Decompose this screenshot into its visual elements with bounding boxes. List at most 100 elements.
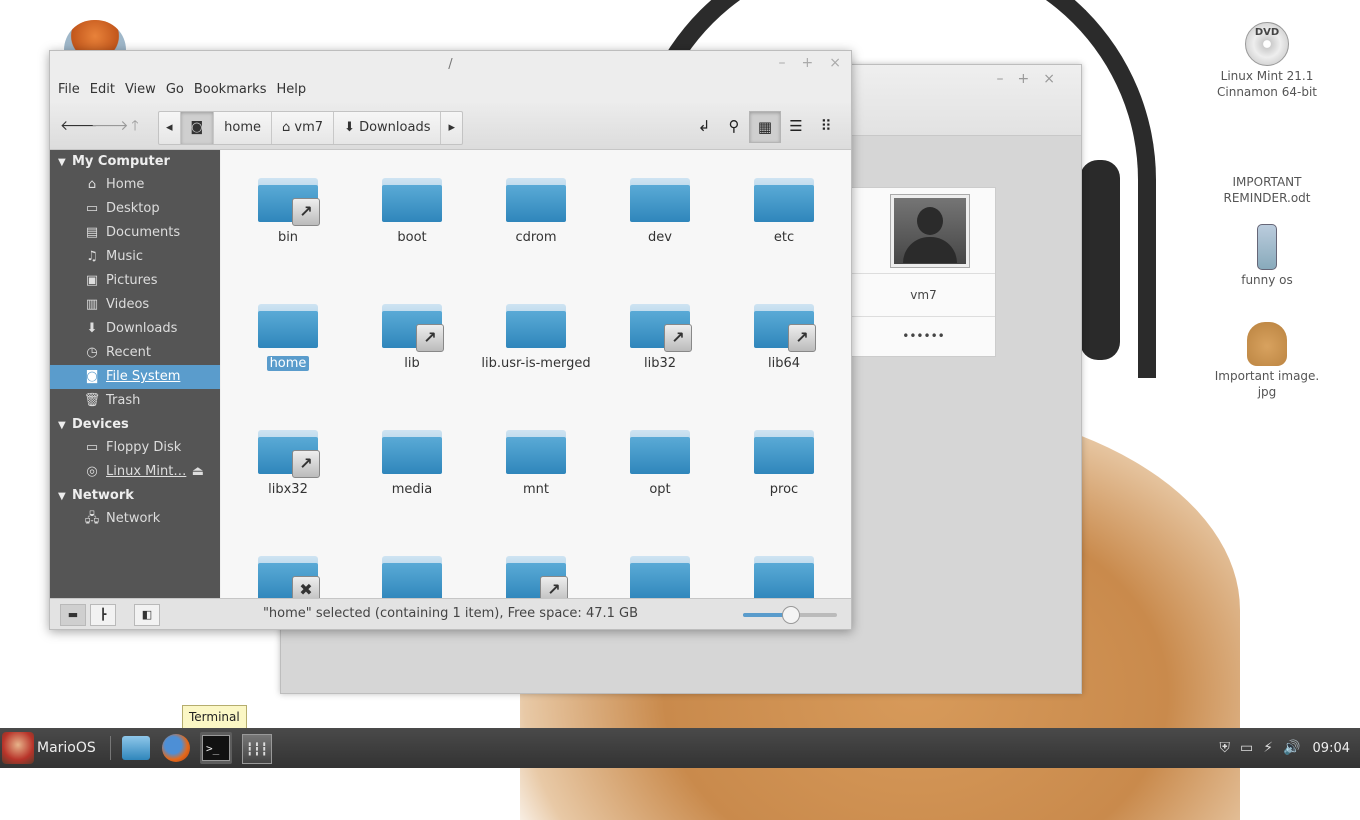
sidebar-item-music[interactable]: ♫ Music	[50, 245, 220, 269]
file-item[interactable]	[724, 556, 844, 598]
sidebar-item-linux-mint[interactable]: ◎ Linux Mint… ⏏	[50, 460, 220, 484]
desktop-icon-label: IMPORTANT	[1232, 175, 1302, 189]
icon-view-icon[interactable]: ▦	[749, 111, 781, 143]
menu-bookmarks[interactable]: Bookmarks	[194, 79, 275, 103]
file-item[interactable]: proc	[724, 430, 844, 497]
breadcrumb-vm7[interactable]: ⌂ vm7	[272, 112, 335, 144]
network-wired-icon[interactable]: ⚡	[1263, 740, 1273, 756]
close-icon[interactable]: ×	[1043, 71, 1069, 87]
clock[interactable]: 09:04	[1313, 741, 1350, 756]
launcher-mixer[interactable]: ┇┇┇	[240, 732, 272, 764]
collapse-triangle-icon[interactable]: ▼	[58, 485, 72, 508]
user-name[interactable]: vm7	[852, 288, 995, 302]
shield-icon[interactable]: ⛨	[1220, 740, 1231, 756]
list-view-icon[interactable]: ☰	[781, 111, 811, 141]
location-toggle-icon[interactable]: ↲	[689, 111, 719, 141]
desktop-icon-funny-os[interactable]: funny os	[1207, 224, 1327, 288]
zoom-slider-handle[interactable]	[782, 606, 800, 624]
menu-edit[interactable]: Edit	[90, 79, 123, 103]
minimize-icon[interactable]: –	[997, 71, 1018, 87]
sidebar-item-file-system[interactable]: ◙ File System	[50, 365, 220, 389]
collapse-triangle-icon[interactable]: ▼	[58, 414, 72, 437]
menu-file[interactable]: File	[58, 79, 88, 103]
file-item[interactable]: boot	[352, 178, 472, 245]
maximize-icon[interactable]: +	[802, 55, 814, 71]
minimize-icon[interactable]: –	[779, 55, 786, 71]
file-item[interactable]: ↗ lib32	[600, 304, 720, 371]
back-arrow-icon[interactable]: 🡐	[60, 115, 98, 137]
sidebar-section-devices[interactable]: ▼ Devices	[50, 413, 220, 436]
forward-arrow-icon[interactable]: 🡒	[91, 115, 129, 137]
sidebar-section-my-computer[interactable]: ▼ My Computer	[50, 150, 220, 173]
sidebar-section-title: My Computer	[72, 154, 170, 169]
volume-icon[interactable]: 🔊	[1283, 740, 1300, 756]
file-item[interactable]: ↗	[476, 556, 596, 598]
desktop-icon-important-reminder[interactable]: IMPORTANT REMINDER.odt	[1207, 174, 1327, 206]
start-menu-button[interactable]: MarioOS	[2, 732, 96, 764]
sidebar-item-documents[interactable]: ▤ Documents	[50, 221, 220, 245]
sidebar-item-floppy-disk[interactable]: ▭ Floppy Disk	[50, 436, 220, 460]
sidebar-item-trash[interactable]: 🗑 Trash	[50, 389, 220, 413]
search-icon[interactable]: ⚲	[719, 111, 749, 141]
window-titlebar[interactable]: / – + ×	[50, 51, 851, 79]
file-item[interactable]	[600, 556, 720, 598]
sidebar-item-network[interactable]: 🖧 Network	[50, 507, 220, 531]
file-item[interactable]: media	[352, 430, 472, 497]
sidebar-item-downloads[interactable]: ⬇ Downloads	[50, 317, 220, 341]
file-item[interactable]: etc	[724, 178, 844, 245]
breadcrumb: ◂ ◙ home ⌂ vm7 ⬇ Downloads ▸	[158, 111, 464, 145]
menu-help[interactable]: Help	[276, 79, 314, 103]
breadcrumb-root[interactable]: ◙	[180, 112, 215, 144]
sidebar-item-recent[interactable]: ◷ Recent	[50, 341, 220, 365]
disc-icon: ◎	[86, 464, 98, 479]
menu-go[interactable]: Go	[166, 79, 192, 103]
file-name: opt	[649, 482, 671, 497]
symlink-arrow-icon: ↗	[664, 324, 692, 352]
user-avatar[interactable]	[890, 194, 970, 268]
file-grid[interactable]: ↗ bin boot cdrom dev etc home ↗ lib lib.usr-is-me…	[221, 150, 851, 598]
sidebar-item-home[interactable]: ⌂ Home	[50, 173, 220, 197]
file-item[interactable]: lib.usr-is-merged	[476, 304, 596, 371]
breadcrumb-left-arrow[interactable]: ◂	[159, 112, 181, 144]
breadcrumb-home[interactable]: home	[214, 112, 273, 144]
close-icon[interactable]: ×	[829, 55, 841, 71]
download-icon: ⬇	[344, 120, 360, 135]
file-item[interactable]: ↗ lib	[352, 304, 472, 371]
download-icon: ⬇	[86, 321, 98, 336]
eject-icon[interactable]: ⏏	[192, 460, 204, 484]
file-item[interactable]: home	[228, 304, 348, 371]
sidebar-section-network[interactable]: ▼ Network	[50, 484, 220, 507]
up-arrow-icon[interactable]: 🡑	[124, 115, 146, 137]
launcher-firefox[interactable]	[160, 732, 192, 764]
file-item[interactable]: ↗ lib64	[724, 304, 844, 371]
file-item[interactable]: mnt	[476, 430, 596, 497]
window-controls[interactable]: – + ×	[763, 55, 841, 71]
file-item[interactable]: opt	[600, 430, 720, 497]
desktop-icon-label: Important image.	[1214, 369, 1320, 383]
sidebar-item-desktop[interactable]: ▭ Desktop	[50, 197, 220, 221]
display-icon[interactable]: ▭	[1240, 740, 1253, 756]
compact-view-icon[interactable]: ⠿	[811, 111, 841, 141]
sidebar-item-label: Music	[106, 249, 143, 264]
zoom-slider[interactable]	[743, 606, 837, 624]
breadcrumb-downloads[interactable]: ⬇ Downloads	[334, 112, 442, 144]
file-item[interactable]: ↗ libx32	[228, 430, 348, 497]
breadcrumb-right-arrow[interactable]: ▸	[441, 112, 462, 144]
file-item[interactable]	[352, 556, 472, 598]
menu-view[interactable]: View	[125, 79, 164, 103]
launcher-files[interactable]	[120, 732, 152, 764]
sidebar-item-pictures[interactable]: ▣ Pictures	[50, 269, 220, 293]
file-item[interactable]: cdrom	[476, 178, 596, 245]
desktop-icon-important-image[interactable]: Important image. jpg	[1207, 322, 1327, 400]
back-window-controls[interactable]: –+×	[997, 71, 1069, 87]
collapse-triangle-icon[interactable]: ▼	[58, 151, 72, 174]
file-manager-window[interactable]: / – + × File Edit View Go Bookmarks Help 🡐…	[49, 50, 852, 630]
password-field[interactable]: ••••••	[852, 329, 995, 343]
sidebar-item-videos[interactable]: ▥ Videos	[50, 293, 220, 317]
maximize-icon[interactable]: +	[1018, 71, 1044, 87]
launcher-terminal[interactable]: >_	[200, 732, 232, 764]
desktop-icon-linux-mint-dvd[interactable]: DVD Linux Mint 21.1 Cinnamon 64-bit	[1207, 22, 1327, 100]
file-item[interactable]: dev	[600, 178, 720, 245]
file-item[interactable]: ✖	[228, 556, 348, 598]
file-item[interactable]: ↗ bin	[228, 178, 348, 245]
